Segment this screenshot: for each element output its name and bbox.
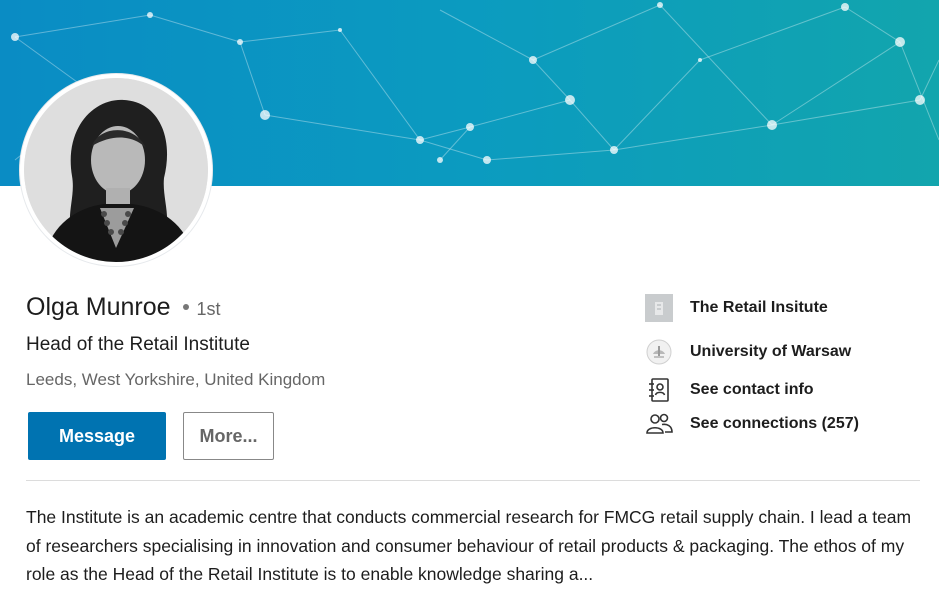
profile-photo-image bbox=[24, 78, 208, 262]
profile-photo[interactable] bbox=[20, 74, 212, 266]
section-divider bbox=[26, 480, 920, 481]
connections-link[interactable]: See connections (257) bbox=[645, 412, 925, 436]
message-button[interactable]: Message bbox=[28, 412, 166, 460]
avatar bbox=[24, 78, 208, 262]
profile-summary[interactable]: The Institute is an academic centre that… bbox=[26, 503, 921, 589]
contact-card-icon bbox=[645, 376, 673, 404]
company-name: The Retail Insitute bbox=[690, 299, 828, 316]
people-icon bbox=[645, 410, 673, 438]
university-crest-icon bbox=[645, 338, 673, 366]
profile-name: Olga Munroe bbox=[26, 293, 171, 321]
connections-label: See connections (257) bbox=[690, 415, 859, 432]
school-name: University of Warsaw bbox=[690, 343, 852, 360]
profile-location: Leeds, West Yorkshire, United Kingdom bbox=[26, 370, 326, 389]
name-row: Olga Munroe 1st bbox=[26, 293, 221, 322]
profile-headline: Head of the Retail Institute bbox=[26, 334, 250, 355]
education-link[interactable]: University of Warsaw bbox=[645, 338, 925, 366]
contact-info-label: See contact info bbox=[690, 381, 814, 398]
more-button[interactable]: More... bbox=[183, 412, 274, 460]
building-icon bbox=[645, 294, 673, 322]
contact-info-link[interactable]: See contact info bbox=[645, 378, 925, 402]
current-company-link[interactable]: The Retail Insitute bbox=[645, 294, 925, 322]
separator-dot bbox=[182, 304, 189, 310]
connection-degree: 1st bbox=[196, 299, 221, 319]
